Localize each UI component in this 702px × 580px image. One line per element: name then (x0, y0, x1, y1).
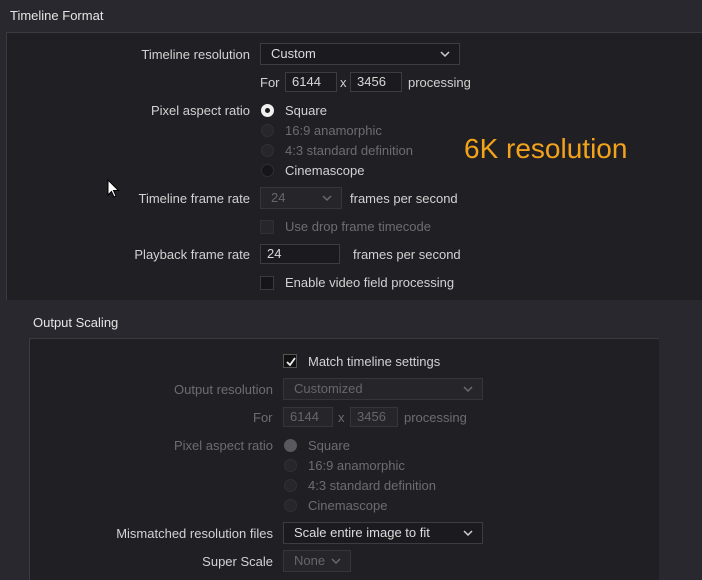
output-par-radio-square[interactable] (284, 439, 297, 452)
pixel-aspect-ratio-label: Pixel aspect ratio (151, 103, 250, 118)
output-for-label: For (253, 410, 273, 425)
chevron-down-icon (440, 51, 450, 58)
output-x-label: x (338, 410, 345, 425)
playback-frame-rate-label: Playback frame rate (134, 247, 250, 262)
output-width-input[interactable]: 6144 (283, 407, 333, 427)
playback-fps-label: frames per second (353, 247, 461, 262)
x-label: x (340, 75, 347, 90)
par-option-169: 16:9 anamorphic (285, 123, 382, 138)
par-option-square: Square (285, 103, 327, 118)
fps-label: frames per second (350, 191, 458, 206)
output-height-input[interactable]: 3456 (350, 407, 398, 427)
output-scaling-title: Output Scaling (33, 315, 119, 330)
processing-label: processing (408, 75, 471, 90)
timeline-resolution-label: Timeline resolution (141, 47, 250, 62)
timeline-frame-rate-select[interactable]: 24 (260, 187, 342, 209)
chevron-down-icon (331, 558, 341, 565)
mismatched-resolution-label: Mismatched resolution files (116, 526, 273, 541)
match-timeline-label: Match timeline settings (308, 354, 441, 369)
output-par-label: Pixel aspect ratio (174, 438, 273, 453)
output-par-radio-169[interactable] (284, 459, 297, 472)
field-processing-checkbox[interactable] (260, 276, 274, 290)
timeline-frame-rate-value: 24 (271, 190, 286, 205)
for-label: For (260, 75, 280, 90)
resolution-annotation: 6K resolution (464, 133, 628, 164)
timeline-resolution-select[interactable]: Custom (260, 43, 460, 65)
output-par-option-cinemascope: Cinemascope (308, 498, 388, 513)
checkmark-icon (286, 357, 296, 367)
field-processing-label: Enable video field processing (285, 275, 455, 290)
output-par-option-square: Square (308, 438, 350, 453)
drop-frame-checkbox[interactable] (260, 220, 274, 234)
timeline-format-title: Timeline Format (10, 8, 104, 23)
super-scale-select[interactable]: None (283, 550, 351, 572)
super-scale-value: None (294, 553, 326, 568)
super-scale-label: Super Scale (202, 554, 273, 569)
par-option-43: 4:3 standard definition (285, 143, 413, 158)
mismatched-resolution-value: Scale entire image to fit (294, 525, 430, 540)
timeline-resolution-value: Custom (271, 46, 316, 61)
playback-frame-rate-input[interactable]: 24 (260, 244, 340, 264)
output-par-option-43: 4:3 standard definition (308, 478, 436, 493)
par-radio-cinemascope[interactable] (261, 164, 274, 177)
mouse-cursor-icon (107, 179, 120, 198)
output-par-option-169: 16:9 anamorphic (308, 458, 405, 473)
output-resolution-value: Customized (294, 381, 363, 396)
drop-frame-label: Use drop frame timecode (285, 219, 431, 234)
par-radio-169[interactable] (261, 124, 274, 137)
output-par-radio-cinemascope[interactable] (284, 499, 297, 512)
par-radio-square[interactable] (261, 104, 274, 117)
output-resolution-select[interactable]: Customized (283, 378, 483, 400)
mismatched-resolution-select[interactable]: Scale entire image to fit (283, 522, 483, 544)
chevron-down-icon (463, 386, 473, 393)
output-resolution-label: Output resolution (173, 382, 273, 397)
match-timeline-checkbox[interactable] (283, 354, 297, 368)
timeline-width-input[interactable]: 6144 (285, 72, 337, 92)
chevron-down-icon (463, 530, 473, 537)
par-radio-43[interactable] (261, 144, 274, 157)
par-option-cinemascope: Cinemascope (285, 163, 365, 178)
timeline-height-input[interactable]: 3456 (350, 72, 402, 92)
timeline-frame-rate-label: Timeline frame rate (138, 191, 251, 206)
chevron-down-icon (322, 195, 332, 202)
output-processing-label: processing (404, 410, 467, 425)
output-par-radio-43[interactable] (284, 479, 297, 492)
